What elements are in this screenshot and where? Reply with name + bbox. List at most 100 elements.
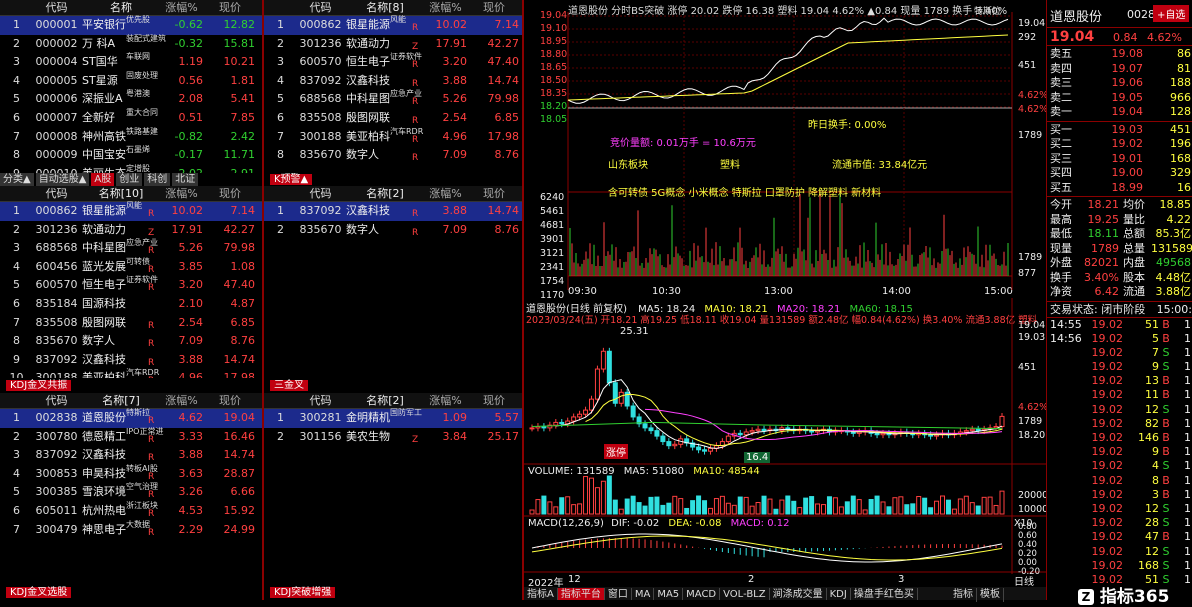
- volume-bar: [969, 502, 975, 515]
- stock-name: 殷图网联: [346, 110, 390, 124]
- kdj-gold-badge[interactable]: KDJ金叉共振: [6, 380, 72, 391]
- sanjin-label[interactable]: 三金叉: [270, 379, 308, 393]
- kline-chart[interactable]: 道恩股份(日线 前复权) MA5: 18.24 MA10: 18.21 MA20…: [524, 298, 1046, 587]
- col-code[interactable]: 代码: [297, 186, 344, 201]
- col-pct[interactable]: 涨幅%: [160, 186, 205, 201]
- col-price[interactable]: 现价: [469, 186, 521, 201]
- stock-list-panel-1: 代码 名称 涨幅% 现价 1 000001 平安银行 优先股 -0.62 12.82 2 000002…: [0, 0, 262, 174]
- list-header: 代码 名称[2] 涨幅% 现价: [264, 186, 522, 202]
- kdj-select-badge[interactable]: KDJ金叉选股: [6, 587, 72, 598]
- order-level[interactable]: 卖五 19.08 86: [1047, 47, 1192, 62]
- row-index: 9: [13, 352, 20, 366]
- col-name[interactable]: 名称[10]: [80, 186, 160, 201]
- table-row[interactable]: 7 300479 神思电子 大数据 R 2.29 24.99: [0, 520, 262, 540]
- col-pct[interactable]: 涨幅%: [424, 393, 469, 408]
- table-row[interactable]: 8 835670 数字人 R 7.09 8.76: [0, 332, 262, 351]
- table-row[interactable]: 2 301156 美农生物 Z 3.84 25.17: [264, 428, 522, 447]
- col-price[interactable]: 现价: [205, 393, 257, 408]
- tick-price: 19.02: [1091, 416, 1124, 430]
- tick-side: S: [1162, 558, 1170, 572]
- intraday-chart[interactable]: 道恩股份 分时BS突破 涨停 20.02 跌停 16.38 塑料 19.04 4…: [524, 0, 1046, 298]
- table-row[interactable]: 1 000862 银星能源 风能 R 10.02 7.14: [0, 201, 262, 221]
- table-row[interactable]: 1 000862 银星能源 风能 R 10.02 7.14: [264, 15, 522, 35]
- k-alert-label[interactable]: K预警▲: [270, 173, 313, 187]
- table-row[interactable]: 5 688568 中科星图 应急产业 R 5.26 79.98: [264, 89, 522, 109]
- indicator-tab[interactable]: MACD: [683, 588, 721, 600]
- order-level[interactable]: 买五 18.99 16: [1047, 181, 1192, 196]
- stock-code: 835508: [299, 110, 342, 124]
- table-row[interactable]: 8 835670 数字人 R 7.09 8.76: [264, 146, 522, 165]
- indicator-tab[interactable]: MA: [632, 588, 655, 600]
- table-row[interactable]: 7 300188 美亚柏科 汽车RDR R 4.96 17.98: [264, 127, 522, 147]
- order-level[interactable]: 卖三 19.06 188: [1047, 76, 1192, 91]
- volume-bar: [600, 480, 606, 515]
- category-tab[interactable]: 北证: [172, 173, 199, 187]
- candle-body: [707, 447, 713, 452]
- col-code[interactable]: 代码: [297, 393, 344, 408]
- order-level[interactable]: 买二 19.02 196: [1047, 137, 1192, 152]
- indicator-tab[interactable]: 指标平台: [557, 588, 605, 600]
- indicator-tab[interactable]: 指标A: [524, 588, 558, 600]
- col-pct[interactable]: 涨幅%: [424, 186, 469, 201]
- col-price[interactable]: 现价: [469, 0, 521, 15]
- col-price[interactable]: 现价: [469, 393, 521, 408]
- col-code[interactable]: 代码: [33, 393, 80, 408]
- volume-bar: [565, 496, 571, 515]
- volume-bar: [642, 505, 648, 515]
- col-code[interactable]: 代码: [297, 0, 344, 15]
- kdj-gold-label[interactable]: KDJ金叉共振: [6, 379, 72, 393]
- indicator-tab[interactable]: KDJ: [827, 588, 851, 600]
- tick-list[interactable]: 14:55 19.02 51 B 1 14:56 19.02 5 B 1 19.02 7 S 1 19.02…: [1047, 318, 1192, 588]
- tick-count: 1: [1184, 431, 1191, 444]
- col-code[interactable]: 代码: [33, 186, 80, 201]
- col-code[interactable]: 代码: [33, 0, 80, 15]
- category-tab[interactable]: 分类▲: [0, 173, 34, 187]
- sanjin-badge[interactable]: 三金叉: [270, 380, 308, 391]
- table-row[interactable]: 6 835184 国源科技 2.10 4.87: [0, 295, 262, 314]
- indicator-tab[interactable]: 窗口: [605, 588, 632, 600]
- volume-bar: [755, 502, 761, 515]
- indicator-tab[interactable]: 操盘手红色买: [851, 588, 918, 600]
- order-level[interactable]: 卖一 19.04 128: [1047, 105, 1192, 120]
- col-name[interactable]: 名称[2]: [344, 186, 424, 201]
- row-index: 4: [13, 259, 20, 273]
- indicator-tab[interactable]: VOL-BLZ: [720, 588, 770, 600]
- table-row[interactable]: 1 300281 金明精机 国防军工 1.09 5.57: [264, 408, 522, 428]
- kdj-break-badge[interactable]: KDJ突破增强: [270, 587, 336, 598]
- category-tab[interactable]: 自动选股▲: [35, 173, 90, 187]
- order-level[interactable]: 买一 19.03 451: [1047, 123, 1192, 138]
- col-pct[interactable]: 涨幅%: [424, 0, 469, 15]
- order-level[interactable]: 买三 19.01 168: [1047, 152, 1192, 167]
- k-alert-badge[interactable]: K预警▲: [270, 174, 313, 185]
- table-row[interactable]: 3 600570 恒生电子 证券软件 R 3.20 47.40: [264, 52, 522, 72]
- stock-code: 000004: [35, 55, 78, 69]
- indicator-tab[interactable]: MA5: [654, 588, 684, 600]
- period-label[interactable]: 日线: [1014, 573, 1034, 587]
- concept-tag: 车联网: [126, 52, 150, 62]
- table-row[interactable]: 2 835670 数字人 R 7.09 8.76: [264, 221, 522, 240]
- col-pct[interactable]: 涨幅%: [160, 0, 205, 15]
- order-level[interactable]: 买四 19.00 329: [1047, 166, 1192, 181]
- col-price[interactable]: 现价: [205, 186, 257, 201]
- col-name[interactable]: 名称[8]: [344, 0, 424, 15]
- category-tab[interactable]: 创业: [116, 173, 143, 187]
- table-row[interactable]: 1 837092 汉鑫科技 R 3.88 14.74: [264, 202, 522, 221]
- order-level[interactable]: 卖四 19.07 81: [1047, 62, 1192, 77]
- category-tab[interactable]: 科创: [144, 173, 171, 187]
- indicator-tab[interactable]: 涧涤成交量: [770, 588, 827, 600]
- table-row[interactable]: 2 300780 德恩精工 IPO正常进 R 3.33 16.46: [0, 427, 262, 447]
- order-level[interactable]: 卖二 19.05 966: [1047, 91, 1192, 106]
- table-row[interactable]: 10300188美亚柏科汽车RDRR4.9617.98: [0, 368, 262, 378]
- kdj-select-label[interactable]: KDJ金叉选股: [6, 586, 72, 600]
- category-tab[interactable]: A股: [91, 173, 115, 187]
- candle-body: [553, 421, 559, 426]
- table-row[interactable]: 7 835508 殷图网联 R 2.54 6.85: [0, 314, 262, 333]
- add-watchlist-button[interactable]: +自选: [1153, 5, 1190, 22]
- price: 8.76: [494, 222, 520, 236]
- col-price[interactable]: 现价: [205, 0, 257, 15]
- tick-count: 1: [1184, 473, 1191, 487]
- kdj-break-label[interactable]: KDJ突破增强: [270, 586, 336, 600]
- volume-bar: [797, 507, 803, 515]
- col-pct[interactable]: 涨幅%: [160, 393, 205, 408]
- table-row[interactable]: 5 600570 恒生电子 证券软件 R 3.20 47.40: [0, 275, 262, 295]
